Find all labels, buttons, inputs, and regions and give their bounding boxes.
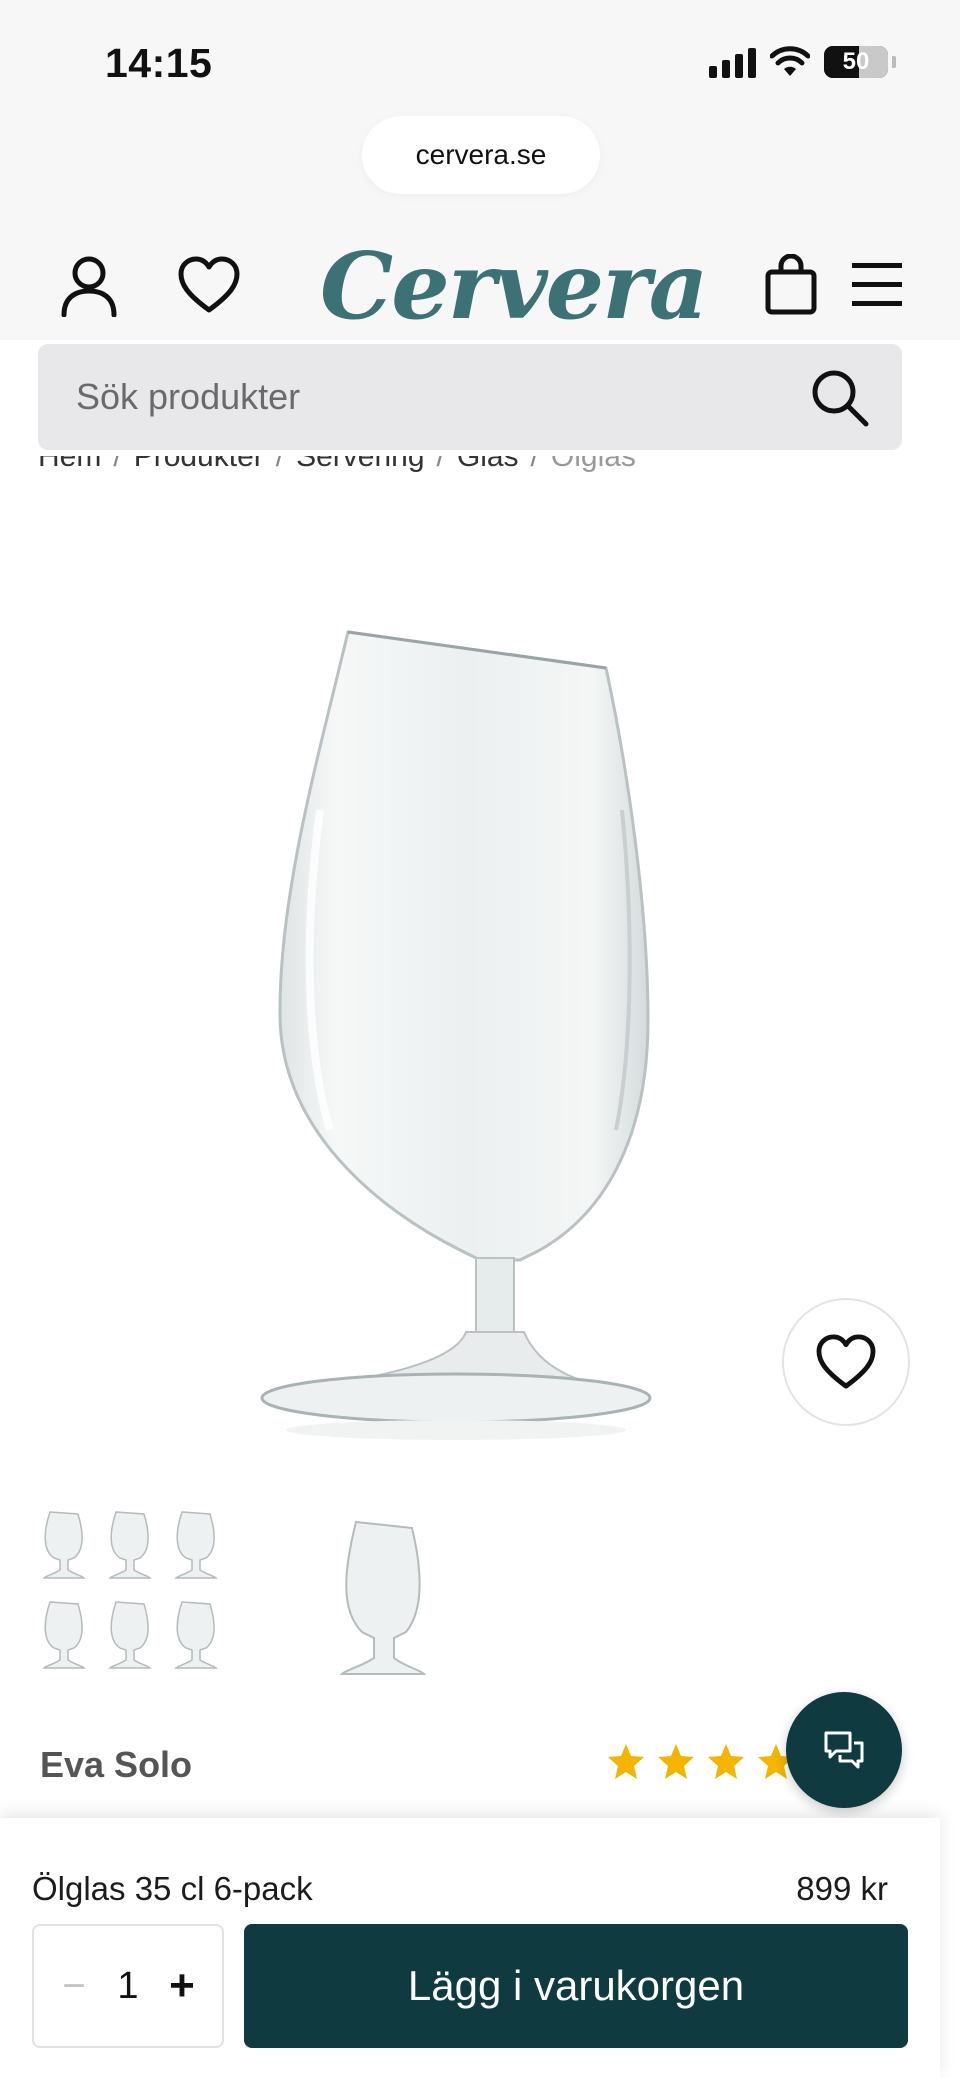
breadcrumb-current: Ölglas — [550, 456, 636, 473]
status-icons: 50 — [709, 46, 896, 78]
wifi-icon — [770, 46, 810, 76]
add-to-cart-bar: Ölglas 35 cl 6-pack 899 kr − 1 + Lägg i … — [0, 1818, 940, 2078]
quantity-value[interactable]: 1 — [117, 1965, 138, 2008]
user-icon — [61, 256, 117, 317]
favorite-button[interactable] — [782, 1298, 910, 1426]
battery-level: 50 — [842, 48, 870, 75]
breadcrumb-serving[interactable]: Servering — [296, 456, 424, 474]
menu-button[interactable] — [842, 250, 912, 320]
account-button[interactable] — [54, 250, 124, 320]
search-icon[interactable] — [808, 366, 872, 430]
cart-button[interactable] — [756, 250, 826, 320]
product-name: Ölglas 35 cl 6-pack — [32, 1870, 313, 1907]
star-icon — [658, 1744, 694, 1779]
breadcrumb-home[interactable]: Hem — [38, 456, 101, 474]
product-price: 899 kr — [796, 1870, 888, 1907]
browser-chrome: 14:15 50 cervera.se — [0, 0, 960, 232]
product-brand[interactable]: Eva Solo — [40, 1744, 192, 1786]
chat-icon — [824, 1731, 864, 1769]
search-bar — [38, 344, 902, 450]
product-image[interactable] — [240, 610, 680, 1460]
signal-icon — [709, 46, 756, 78]
thumbnail-6-pack[interactable] — [38, 1500, 244, 1700]
breadcrumb-glass[interactable]: Glas — [457, 456, 519, 474]
heart-icon — [816, 1334, 876, 1389]
thumbnail-strip — [38, 1500, 490, 1700]
bag-icon — [765, 254, 817, 315]
thumbnail-single[interactable] — [284, 1500, 490, 1700]
status-time: 14:15 — [105, 40, 213, 86]
star-icon — [608, 1744, 644, 1779]
menu-icon — [852, 263, 902, 306]
url-bar[interactable]: cervera.se — [362, 116, 600, 194]
increase-quantity-button[interactable]: + — [162, 1961, 202, 2011]
wishlist-button[interactable] — [174, 250, 244, 320]
rating-stars[interactable] — [606, 1742, 796, 1782]
breadcrumb: Hem / Produkter / Servering / Glas / Ölg… — [38, 456, 918, 482]
heart-icon — [178, 256, 240, 313]
add-to-cart-button[interactable]: Lägg i varukorgen — [244, 1924, 908, 2048]
search-input[interactable] — [38, 344, 798, 450]
star-icon — [708, 1744, 744, 1779]
quantity-stepper: − 1 + — [32, 1924, 224, 2048]
battery-icon: 50 — [824, 46, 888, 78]
chat-button[interactable] — [786, 1692, 902, 1808]
site-logo[interactable]: Cervera — [320, 236, 708, 336]
decrease-quantity-button[interactable]: − — [54, 1964, 94, 2009]
site-header: Cervera — [0, 232, 960, 340]
breadcrumb-products[interactable]: Produkter — [134, 456, 264, 474]
